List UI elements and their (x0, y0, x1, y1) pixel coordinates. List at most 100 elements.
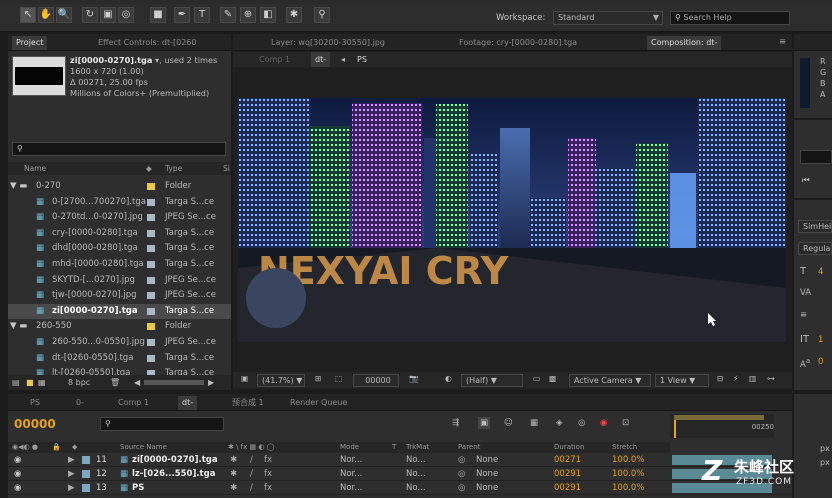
label-color-chip[interactable] (147, 307, 155, 315)
current-time-display[interactable]: 00000 (14, 417, 56, 431)
timecode-field[interactable]: 00000 (353, 374, 399, 387)
camera-dropdown[interactable]: Active Camera ▼ (569, 374, 651, 387)
twirl-right-icon[interactable]: ▶ (68, 467, 75, 481)
crumb-dt[interactable]: dt- (311, 52, 331, 67)
type-tool-icon[interactable]: T (194, 7, 210, 23)
preview-field[interactable] (800, 150, 832, 164)
twirl-right-icon[interactable]: ▶ (68, 481, 75, 495)
fx-switch-icon[interactable]: fx (264, 481, 272, 495)
tab-project[interactable]: Project (12, 36, 48, 50)
col-mode[interactable]: Mode (340, 442, 359, 453)
label-color-chip[interactable] (147, 323, 155, 331)
col-type[interactable]: Type (165, 162, 182, 175)
tab-composition[interactable]: Composition: dt- (647, 36, 722, 50)
view-layout-dropdown[interactable]: 1 View ▼ (655, 374, 709, 387)
project-item-row[interactable]: ▦ 0-[2700...700270].tga Targa S...ce (8, 195, 231, 211)
comp-mini-flowchart-icon[interactable]: ⇶ (452, 418, 459, 428)
layer-row[interactable]: ◉ ▶ 11 ▦ zi[0000-0270].tga ✱ / fx Nor... No... ◎ No… (8, 453, 792, 467)
quality-switch-icon[interactable]: / (250, 453, 253, 467)
playhead[interactable] (674, 420, 676, 438)
region-of-interest-icon[interactable]: ▭ (533, 374, 540, 383)
eraser-tool-icon[interactable]: ◧ (260, 7, 276, 23)
project-folder-row[interactable]: ▼ ▬ 0-270 Folder (8, 179, 231, 195)
project-item-row[interactable]: ▦ SKYTD-[...0270].jpg JPEG Se...ce (8, 273, 231, 289)
zoom-tool-icon[interactable]: 🔍 (56, 7, 72, 23)
fast-preview-icon[interactable]: ⚡ (733, 374, 738, 383)
scrollbar-track[interactable] (144, 380, 204, 385)
visibility-eye-icon[interactable]: ◉ (14, 481, 21, 495)
fx-switch-icon[interactable]: fx (264, 467, 272, 481)
bpc-label[interactable]: 8 bpc (68, 375, 90, 390)
col-source-name[interactable]: Source Name (120, 442, 167, 453)
tab-timeline-ps[interactable]: PS (26, 396, 44, 410)
col-stretch[interactable]: Stretch (612, 442, 637, 453)
new-folder-icon[interactable]: ■ (26, 375, 34, 390)
layer-mode[interactable]: Nor... (340, 467, 362, 481)
twirl-down-icon[interactable]: ▼ ▬ (10, 319, 27, 335)
tab-footage[interactable]: Footage: cry-[0000-0280].tga (455, 36, 581, 50)
visibility-eye-icon[interactable]: ◉ (14, 453, 21, 467)
always-preview-icon[interactable]: ▣ (241, 374, 248, 383)
brainstorm-icon[interactable]: ◎ (578, 418, 585, 428)
label-color-chip[interactable] (147, 245, 155, 253)
tab-effect-controls[interactable]: Effect Controls: dt-[0260 (94, 36, 200, 50)
col-trkmat[interactable]: TrkMat (406, 442, 429, 453)
draft-3d-icon[interactable]: ▣ (478, 417, 491, 429)
fx-switch-icon[interactable]: fx (264, 453, 272, 467)
trash-icon[interactable]: 🗑 (110, 375, 120, 390)
safe-margins-icon[interactable]: ⊞ (315, 374, 322, 383)
transparency-grid-icon[interactable]: ▩ (549, 374, 556, 383)
label-color-chip[interactable] (147, 198, 155, 206)
layer-duration[interactable]: 00291 (554, 481, 581, 495)
col-t[interactable]: T (392, 442, 396, 453)
label-color-chip[interactable] (147, 339, 155, 346)
rotate-tool-icon[interactable]: ↻ (82, 7, 98, 23)
motion-blur-icon[interactable]: ◈ (556, 418, 563, 428)
toggle-pixel-icon[interactable]: ⊟ (717, 374, 724, 383)
work-area-bar[interactable] (674, 415, 764, 420)
frame-blending-icon[interactable]: ▦ (530, 418, 538, 428)
tab-timeline-0[interactable]: 0- (72, 396, 88, 410)
layer-mode[interactable]: Nor... (340, 453, 362, 467)
col-parent[interactable]: Parent (458, 442, 480, 453)
layer-duration[interactable]: 00291 (554, 467, 581, 481)
layer-stretch[interactable]: 100.0% (612, 467, 644, 481)
scroll-right-icon[interactable]: ▶ (208, 375, 214, 390)
panel-menu-icon[interactable]: ≡ (779, 37, 786, 47)
twirl-right-icon[interactable]: ▶ (68, 453, 75, 467)
parent-pickwhip-icon[interactable]: ◎ (458, 467, 465, 481)
visibility-eye-icon[interactable]: ◉ (14, 467, 21, 481)
layer-mode[interactable]: Nor... (340, 481, 362, 495)
layer-label-chip[interactable] (82, 456, 90, 464)
layer-stretch[interactable]: 100.0% (612, 481, 644, 495)
label-color-chip[interactable] (147, 276, 155, 284)
scroll-left-icon[interactable]: ◀ (134, 375, 140, 390)
tab-timeline-dt[interactable]: dt- (178, 396, 198, 410)
baseline-value[interactable]: 0 (818, 357, 823, 367)
workspace-dropdown[interactable]: Standard ▼ (553, 11, 663, 25)
layer-name[interactable]: lz-[026...550].tga (132, 467, 215, 481)
roto-tool-icon[interactable]: ⚲ (314, 7, 330, 23)
snapshot-icon[interactable]: 📷 (409, 374, 419, 383)
project-item-row[interactable]: ▦ dt-[0260-0550].tga Targa S...ce (8, 351, 231, 367)
project-item-row[interactable]: ▦ zi[0000-0270].tga Targa S...ce (8, 303, 231, 320)
collapse-switch-icon[interactable]: ✱ (230, 481, 237, 495)
graph-editor-icon[interactable]: ⊡ (622, 418, 629, 428)
selection-tool-icon[interactable]: ↖ (20, 7, 36, 23)
crumb-comp1[interactable]: Comp 1 (259, 52, 290, 67)
twirl-down-icon[interactable]: ▼ ▬ (10, 179, 27, 195)
col-name[interactable]: Name (24, 162, 46, 175)
layer-row[interactable]: ◉ ▶ 13 ▦ PS ✱ / fx Nor... No... ◎ None 00291 100.0% (8, 481, 792, 495)
col-size[interactable]: Si (223, 162, 230, 175)
color-channel-icon[interactable]: ◐ (445, 374, 452, 383)
project-folder-row[interactable]: ▼ ▬ 260-550 Folder (8, 319, 231, 335)
parent-pickwhip-icon[interactable]: ◎ (458, 453, 465, 467)
parent-value[interactable]: None (476, 481, 498, 495)
first-frame-icon[interactable]: ⏮ (802, 176, 810, 186)
parent-value[interactable]: None (476, 467, 498, 481)
trkmat-value[interactable]: No... (406, 467, 426, 481)
project-item-row[interactable]: ▦ tjw-[0000-0270].jpg JPEG Se...ce (8, 288, 231, 304)
timeline-icon[interactable]: ▥ (749, 374, 756, 383)
layer-duration[interactable]: 00271 (554, 453, 581, 467)
tab-timeline-comp1[interactable]: Comp 1 (114, 396, 153, 410)
